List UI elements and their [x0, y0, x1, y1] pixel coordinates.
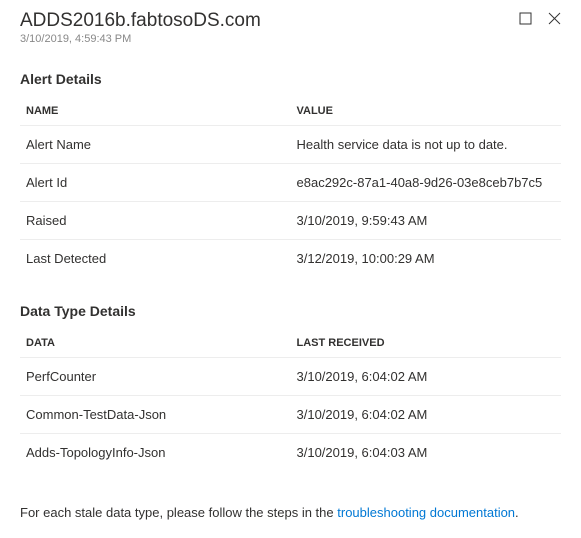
footer-prefix: For each stale data type, please follow …: [20, 505, 337, 520]
data-type-details-table: DATA LAST RECEIVED PerfCounter 3/10/2019…: [20, 329, 561, 471]
header-timestamp: 3/10/2019, 4:59:43 PM: [20, 33, 261, 45]
col-last-received: LAST RECEIVED: [291, 329, 562, 358]
troubleshooting-link[interactable]: troubleshooting documentation: [337, 505, 515, 520]
panel-header: ADDS2016b.fabtosoDS.com 3/10/2019, 4:59:…: [20, 10, 561, 45]
header-controls: [519, 12, 561, 25]
footer-suffix: .: [515, 505, 519, 520]
header-text: ADDS2016b.fabtosoDS.com 3/10/2019, 4:59:…: [20, 10, 261, 45]
data-type-details-section: Data Type Details DATA LAST RECEIVED Per…: [20, 303, 561, 471]
cell-value: Health service data is not up to date.: [291, 126, 562, 164]
close-icon[interactable]: [548, 12, 561, 25]
alert-details-title: Alert Details: [20, 71, 561, 87]
cell-last-received: 3/10/2019, 6:04:02 AM: [291, 358, 562, 396]
table-row: Last Detected 3/12/2019, 10:00:29 AM: [20, 240, 561, 278]
cell-data: PerfCounter: [20, 358, 291, 396]
cell-value: e8ac292c-87a1-40a8-9d26-03e8ceb7b7c5: [291, 164, 562, 202]
table-row: Alert Id e8ac292c-87a1-40a8-9d26-03e8ceb…: [20, 164, 561, 202]
cell-name: Last Detected: [20, 240, 291, 278]
page-title: ADDS2016b.fabtosoDS.com: [20, 10, 261, 32]
col-value: VALUE: [291, 97, 562, 126]
footer-note: For each stale data type, please follow …: [20, 505, 561, 520]
cell-name: Alert Name: [20, 126, 291, 164]
col-name: NAME: [20, 97, 291, 126]
alert-panel: ADDS2016b.fabtosoDS.com 3/10/2019, 4:59:…: [0, 0, 581, 538]
table-row: Raised 3/10/2019, 9:59:43 AM: [20, 202, 561, 240]
table-row: PerfCounter 3/10/2019, 6:04:02 AM: [20, 358, 561, 396]
cell-value: 3/12/2019, 10:00:29 AM: [291, 240, 562, 278]
cell-last-received: 3/10/2019, 6:04:02 AM: [291, 396, 562, 434]
table-row: Alert Name Health service data is not up…: [20, 126, 561, 164]
table-row: Adds-TopologyInfo-Json 3/10/2019, 6:04:0…: [20, 434, 561, 472]
cell-name: Raised: [20, 202, 291, 240]
cell-data: Adds-TopologyInfo-Json: [20, 434, 291, 472]
cell-data: Common-TestData-Json: [20, 396, 291, 434]
alert-details-section: Alert Details NAME VALUE Alert Name Heal…: [20, 71, 561, 277]
cell-value: 3/10/2019, 9:59:43 AM: [291, 202, 562, 240]
cell-last-received: 3/10/2019, 6:04:03 AM: [291, 434, 562, 472]
table-row: Common-TestData-Json 3/10/2019, 6:04:02 …: [20, 396, 561, 434]
cell-name: Alert Id: [20, 164, 291, 202]
col-data: DATA: [20, 329, 291, 358]
maximize-icon[interactable]: [519, 12, 532, 25]
data-type-details-title: Data Type Details: [20, 303, 561, 319]
alert-details-table: NAME VALUE Alert Name Health service dat…: [20, 97, 561, 277]
